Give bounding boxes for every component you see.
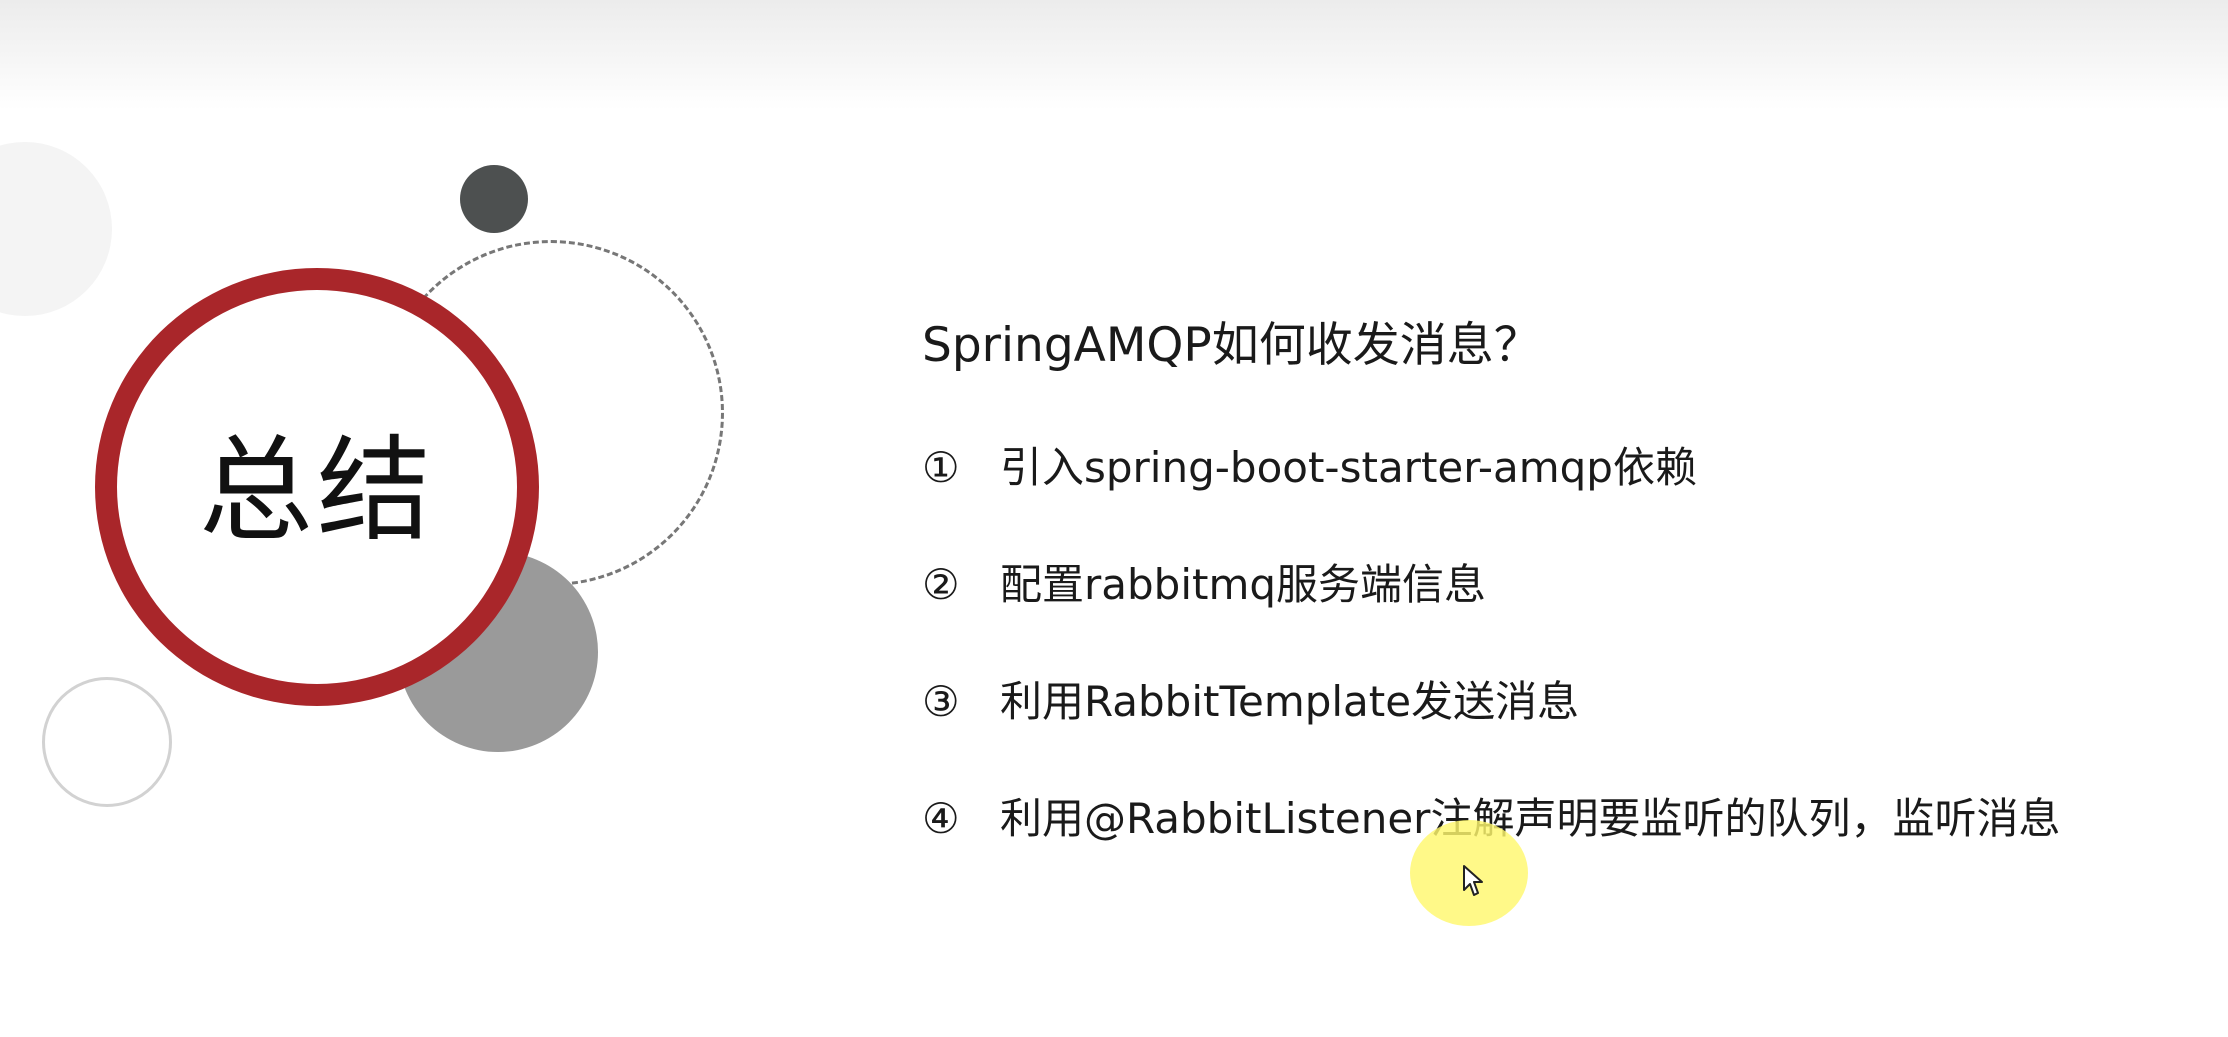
item-text: 配置rabbitmq服务端信息 [1000,559,1487,609]
item-text: 引入spring-boot-starter-amqp依赖 [1000,442,1697,492]
decorative-outline-circle [42,677,172,807]
summary-item-1: ① 引入spring-boot-starter-amqp依赖 [922,438,1697,498]
item-number: ① [922,443,960,492]
slide-title: 总结 [198,424,435,557]
top-gradient-band [0,0,2228,110]
summary-item-2: ② 配置rabbitmq服务端信息 [922,555,1486,615]
summary-item-3: ③ 利用RabbitTemplate发送消息 [922,672,1579,732]
item-number: ② [922,560,960,609]
item-number: ④ [922,794,960,843]
decorative-faint-circle [0,142,112,316]
item-text: 利用RabbitTemplate发送消息 [1000,676,1580,726]
summary-question: SpringAMQP如何收发消息？ [922,318,1541,373]
item-number: ③ [922,677,960,726]
item-text: 利用@RabbitListener注解声明要监听的队列，监听消息 [1000,793,2061,843]
title-ring: 总结 [95,268,539,706]
decorative-dark-dot [460,165,528,233]
slide-canvas: 总结 SpringAMQP如何收发消息？ ① 引入spring-boot-sta… [0,0,2228,1037]
mouse-pointer-icon [1463,865,1483,896]
